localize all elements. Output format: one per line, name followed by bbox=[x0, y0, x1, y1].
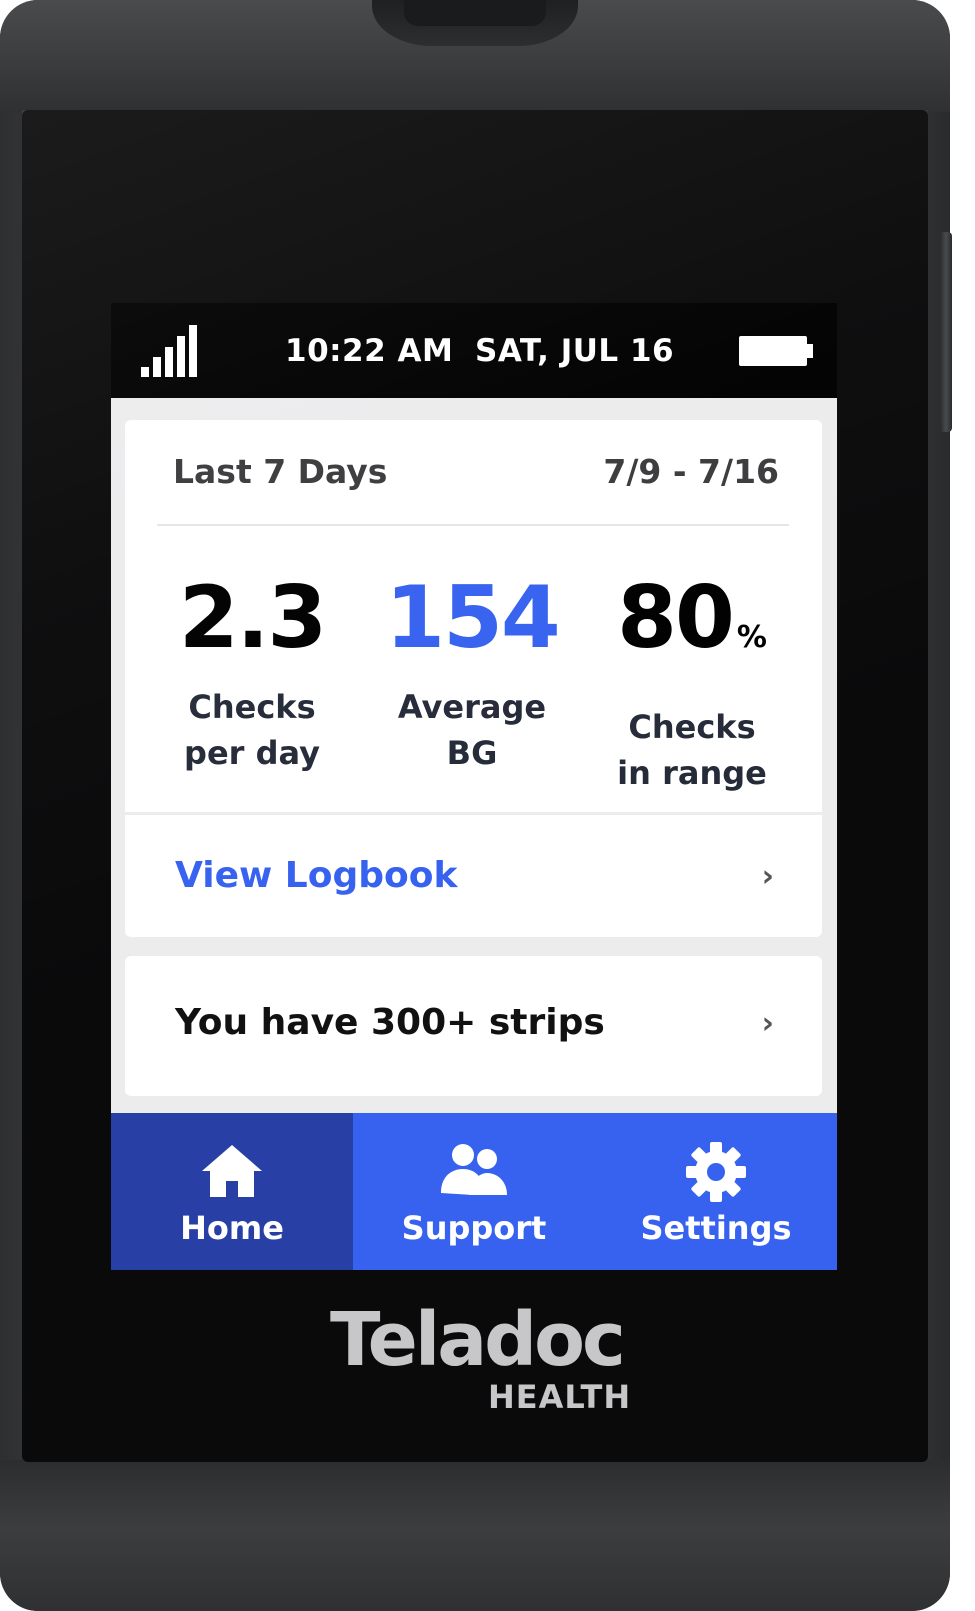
view-logbook-link[interactable]: View Logbook › bbox=[125, 815, 822, 937]
strips-card[interactable]: You have 300+ strips › bbox=[125, 956, 822, 1096]
stat-checks-per-day: 2.3 Checks per day bbox=[143, 570, 361, 776]
nav-settings-label: Settings bbox=[640, 1209, 792, 1247]
brand-logo: Teladoc HEALTH bbox=[330, 1297, 630, 1416]
people-icon bbox=[441, 1144, 507, 1195]
chevron-right-icon: › bbox=[761, 1006, 774, 1041]
stat-value: 80 bbox=[617, 568, 735, 668]
summary-title: Last 7 Days bbox=[173, 452, 388, 491]
status-date: SAT, JUL 16 bbox=[475, 333, 675, 369]
summary-date-range: 7/9 - 7/16 bbox=[603, 452, 779, 491]
bottom-nav: Home Support Settings bbox=[111, 1113, 837, 1270]
stat-label: Average BG bbox=[397, 688, 547, 772]
stat-value: 154 bbox=[385, 568, 561, 668]
gear-icon bbox=[686, 1142, 746, 1202]
device-bottom-bevel bbox=[0, 1460, 950, 1611]
stat-value-wrap: 80% bbox=[583, 570, 801, 686]
device-side-button[interactable] bbox=[940, 232, 952, 432]
status-time: 10:22 AM bbox=[285, 333, 454, 369]
nav-home-label: Home bbox=[180, 1209, 284, 1247]
summary-card: Last 7 Days 7/9 - 7/16 2.3 Checks per da… bbox=[125, 420, 822, 937]
stat-label: Checks per day bbox=[184, 688, 320, 772]
strips-label: You have 300+ strips bbox=[175, 1002, 605, 1043]
nav-settings[interactable]: Settings bbox=[595, 1113, 837, 1270]
nav-support-label: Support bbox=[401, 1209, 547, 1247]
device-notch-inner bbox=[404, 0, 546, 26]
brand-name: Teladoc bbox=[330, 1297, 626, 1383]
battery-full-icon bbox=[739, 336, 813, 366]
chevron-right-icon: › bbox=[761, 859, 774, 894]
device-screen: 10:22 AM SAT, JUL 16 Last 7 Days 7/9 - 7… bbox=[111, 303, 837, 1270]
stat-label: Checks in range bbox=[617, 708, 767, 792]
nav-support[interactable]: Support bbox=[353, 1113, 595, 1270]
stat-value: 2.3 bbox=[178, 568, 327, 668]
summary-header: Last 7 Days 7/9 - 7/16 bbox=[157, 420, 789, 526]
home-icon bbox=[202, 1145, 262, 1197]
glucose-meter-device: 10:22 AM SAT, JUL 16 Last 7 Days 7/9 - 7… bbox=[0, 0, 952, 1611]
view-logbook-label: View Logbook bbox=[175, 855, 458, 896]
nav-home[interactable]: Home bbox=[111, 1113, 353, 1270]
brand-sub: HEALTH bbox=[488, 1378, 632, 1416]
stat-unit: % bbox=[736, 620, 767, 655]
stat-average-bg: 154 Average BG bbox=[363, 570, 581, 776]
status-bar: 10:22 AM SAT, JUL 16 bbox=[111, 303, 837, 398]
stat-checks-in-range: 80% Checks in range bbox=[583, 570, 801, 796]
signal-bars-icon bbox=[141, 325, 197, 377]
